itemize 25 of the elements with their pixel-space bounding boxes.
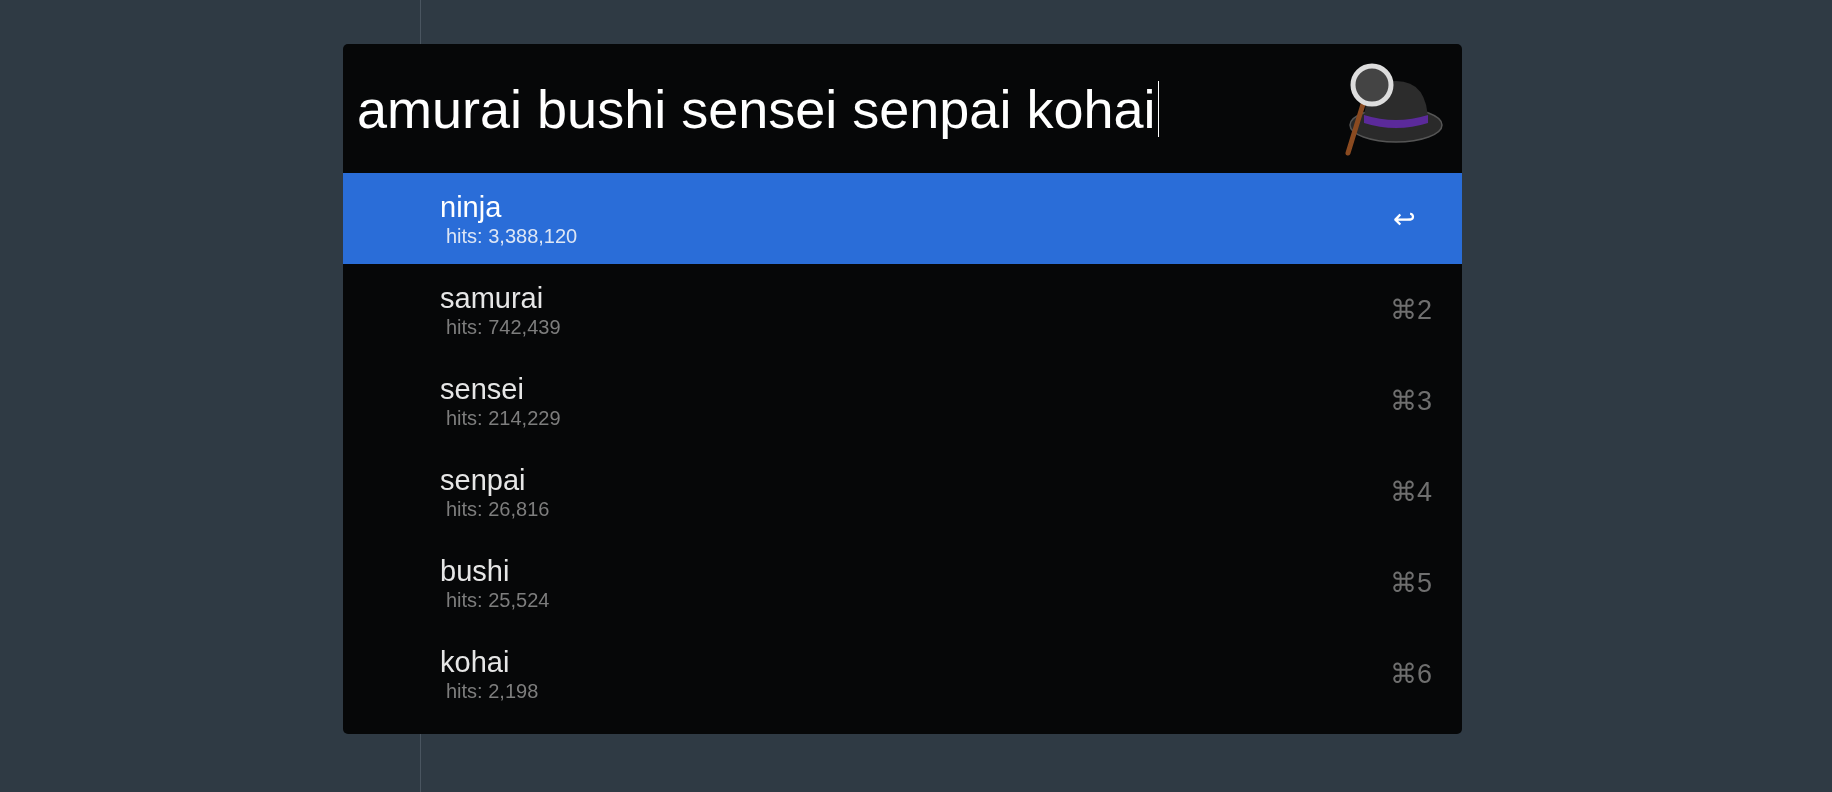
- result-hits: hits: 214,229: [446, 405, 561, 430]
- shortcut-label: ⌘6: [1389, 657, 1432, 690]
- result-title: bushi: [440, 553, 511, 588]
- result-item[interactable]: bushi hits: 25,524 ⌘5: [343, 537, 1462, 628]
- result-title: samurai: [440, 280, 545, 315]
- result-item[interactable]: samurai hits: 742,439 ⌘2: [343, 264, 1462, 355]
- result-hits: hits: 26,816: [446, 496, 550, 521]
- result-title: kohai: [440, 644, 511, 679]
- result-hits: hits: 25,524: [446, 587, 550, 612]
- shortcut-label: ⌘2: [1389, 293, 1432, 326]
- search-field[interactable]: amurai bushi sensei senpai kohai: [357, 77, 1160, 140]
- result-item[interactable]: sensei hits: 214,229 ⌘3: [343, 355, 1462, 446]
- result-item[interactable]: kohai hits: 2,198 ⌘6: [343, 628, 1462, 719]
- result-hits: hits: 3,388,120: [446, 223, 578, 248]
- shortcut-label: ↩: [1393, 202, 1416, 235]
- result-title: ninja: [440, 189, 503, 224]
- result-hits: hits: 742,439: [446, 314, 561, 339]
- shortcut-label: ⌘4: [1389, 475, 1432, 508]
- result-title: senpai: [440, 462, 527, 497]
- result-title: sensei: [440, 371, 525, 406]
- shortcut-label: ⌘3: [1389, 384, 1432, 417]
- shortcut-label: ⌘5: [1389, 566, 1432, 599]
- result-hits: hits: 2,198: [446, 678, 539, 703]
- result-item[interactable]: ninja hits: 3,388,120 ↩: [343, 173, 1462, 264]
- result-item[interactable]: senpai hits: 26,816 ⌘4: [343, 446, 1462, 537]
